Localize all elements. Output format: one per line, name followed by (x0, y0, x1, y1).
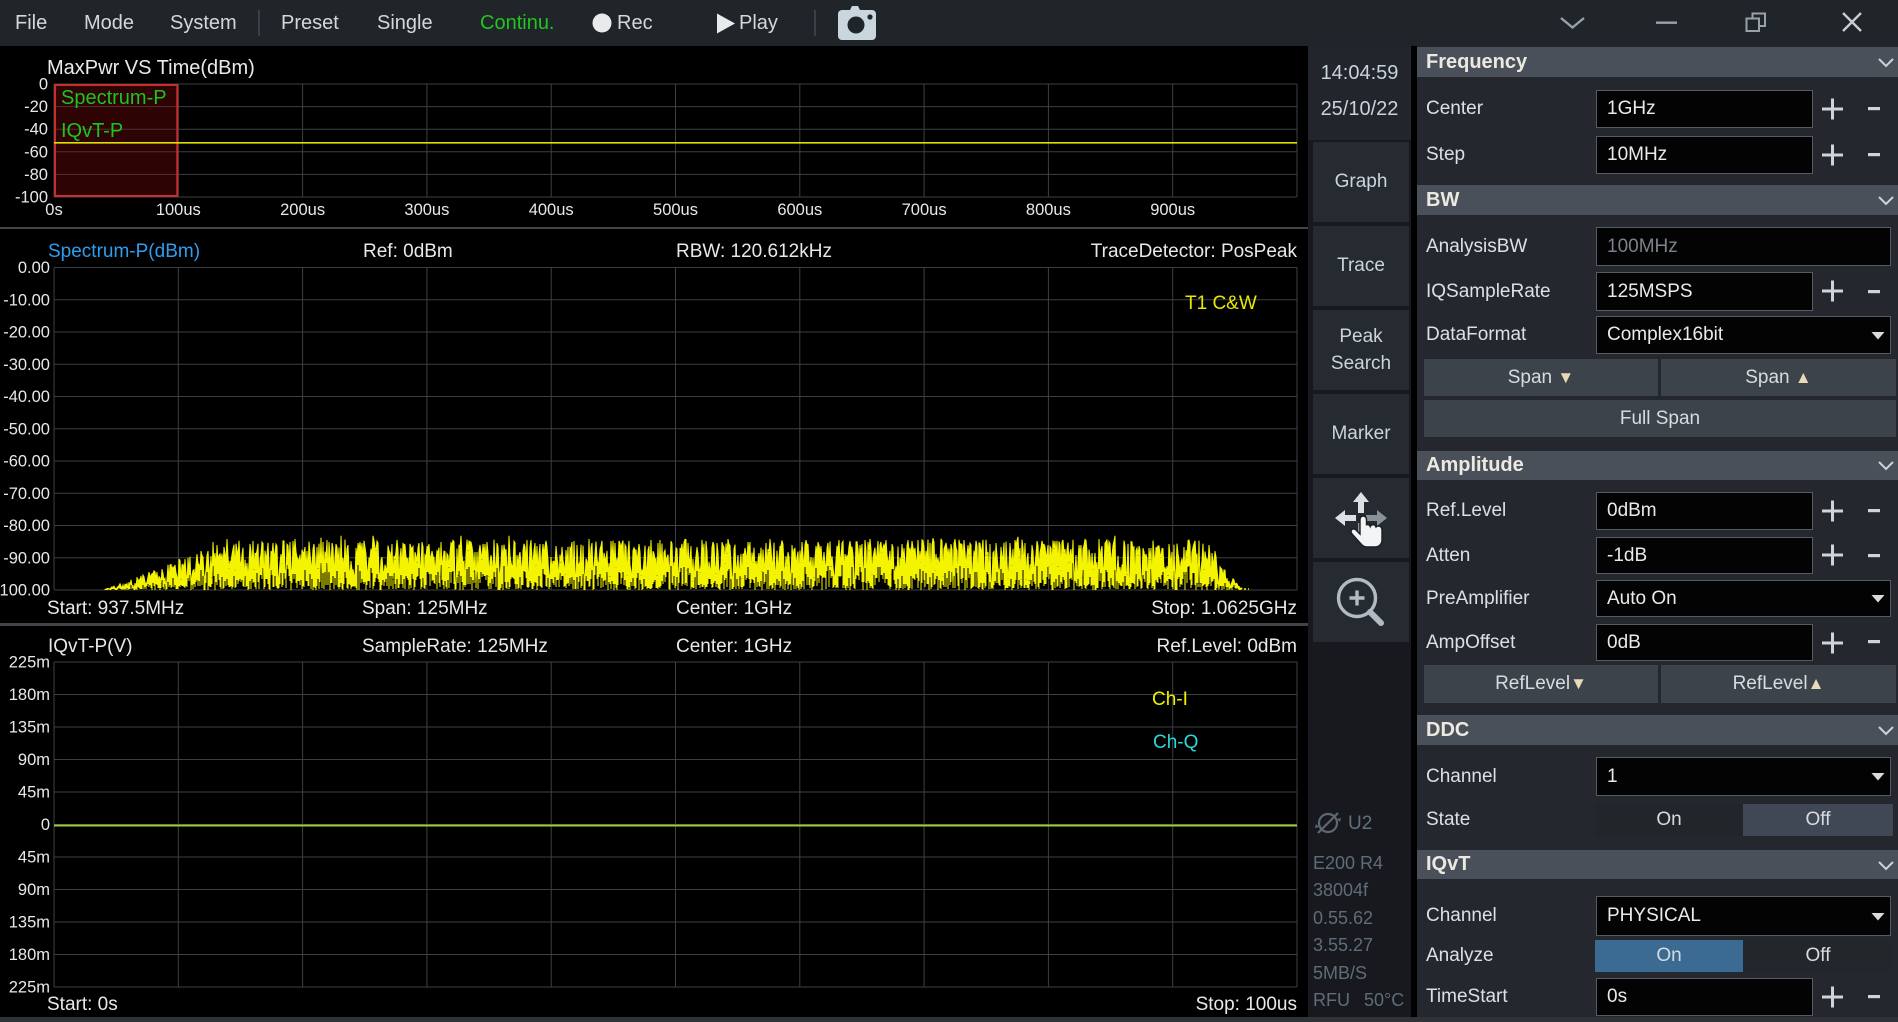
svg-text:45m: 45m (18, 784, 50, 802)
svg-text:Ch-Q: Ch-Q (1153, 732, 1198, 753)
svg-text:-100.00: -100.00 (0, 582, 50, 600)
svg-text:225m: 225m (9, 654, 50, 672)
svg-text:300us: 300us (404, 201, 449, 219)
svg-text:-80.00: -80.00 (3, 517, 50, 535)
svg-text:700us: 700us (902, 201, 947, 219)
svg-text:-20.00: -20.00 (3, 324, 50, 342)
svg-text:Center: 1GHz: Center: 1GHz (676, 636, 792, 657)
svg-text:800us: 800us (1026, 201, 1071, 219)
svg-text:180m: 180m (9, 686, 50, 704)
svg-text:225m: 225m (9, 979, 50, 997)
svg-text:Ch-I: Ch-I (1152, 689, 1188, 710)
svg-text:45m: 45m (18, 849, 50, 867)
svg-text:180m: 180m (9, 946, 50, 964)
svg-text:IQvT-P: IQvT-P (61, 120, 123, 142)
svg-text:SampleRate: 125MHz: SampleRate: 125MHz (362, 636, 548, 657)
svg-text:Span: 125MHz: Span: 125MHz (362, 598, 488, 619)
svg-text:400us: 400us (529, 201, 574, 219)
svg-text:-10.00: -10.00 (3, 291, 50, 309)
svg-text:Ref.Level: 0dBm: Ref.Level: 0dBm (1157, 636, 1297, 657)
svg-text:90m: 90m (18, 881, 50, 899)
svg-text:Center: 1GHz: Center: 1GHz (676, 598, 792, 619)
svg-text:0s: 0s (45, 201, 62, 219)
svg-text:-50.00: -50.00 (3, 420, 50, 438)
svg-text:-90.00: -90.00 (3, 549, 50, 567)
svg-text:Start: 0s: Start: 0s (47, 994, 118, 1015)
svg-text:RBW: 120.612kHz: RBW: 120.612kHz (676, 241, 832, 262)
svg-text:Stop: 100us: Stop: 100us (1196, 994, 1297, 1015)
svg-text:Ref: 0dBm: Ref: 0dBm (363, 241, 453, 262)
svg-text:-40: -40 (24, 121, 48, 139)
svg-text:T1 C&W: T1 C&W (1185, 293, 1257, 314)
svg-text:-20: -20 (24, 98, 48, 116)
svg-text:0: 0 (41, 816, 50, 834)
svg-text:-60.00: -60.00 (3, 453, 50, 471)
svg-text:TraceDetector: PosPeak: TraceDetector: PosPeak (1091, 241, 1298, 262)
svg-text:-40.00: -40.00 (3, 388, 50, 406)
svg-text:-60: -60 (24, 143, 48, 161)
svg-text:IQvT-P(V): IQvT-P(V) (48, 636, 132, 657)
svg-text:Spectrum-P: Spectrum-P (61, 87, 167, 109)
svg-text:0: 0 (39, 76, 48, 94)
svg-text:135m: 135m (9, 719, 50, 737)
svg-text:0.00: 0.00 (18, 259, 50, 277)
svg-text:600us: 600us (777, 201, 822, 219)
svg-text:Start: 937.5MHz: Start: 937.5MHz (47, 598, 184, 619)
svg-text:900us: 900us (1150, 201, 1195, 219)
svg-text:Spectrum-P(dBm): Spectrum-P(dBm) (48, 241, 200, 262)
svg-text:-30.00: -30.00 (3, 356, 50, 374)
svg-text:135m: 135m (9, 914, 50, 932)
svg-text:90m: 90m (18, 751, 50, 769)
svg-text:500us: 500us (653, 201, 698, 219)
svg-text:-80: -80 (24, 166, 48, 184)
svg-text:-70.00: -70.00 (3, 485, 50, 503)
svg-text:100us: 100us (156, 201, 201, 219)
svg-text:200us: 200us (280, 201, 325, 219)
svg-text:Stop: 1.0625GHz: Stop: 1.0625GHz (1151, 598, 1297, 619)
svg-text:-100: -100 (15, 189, 48, 207)
svg-text:MaxPwr VS Time(dBm): MaxPwr VS Time(dBm) (47, 57, 255, 79)
